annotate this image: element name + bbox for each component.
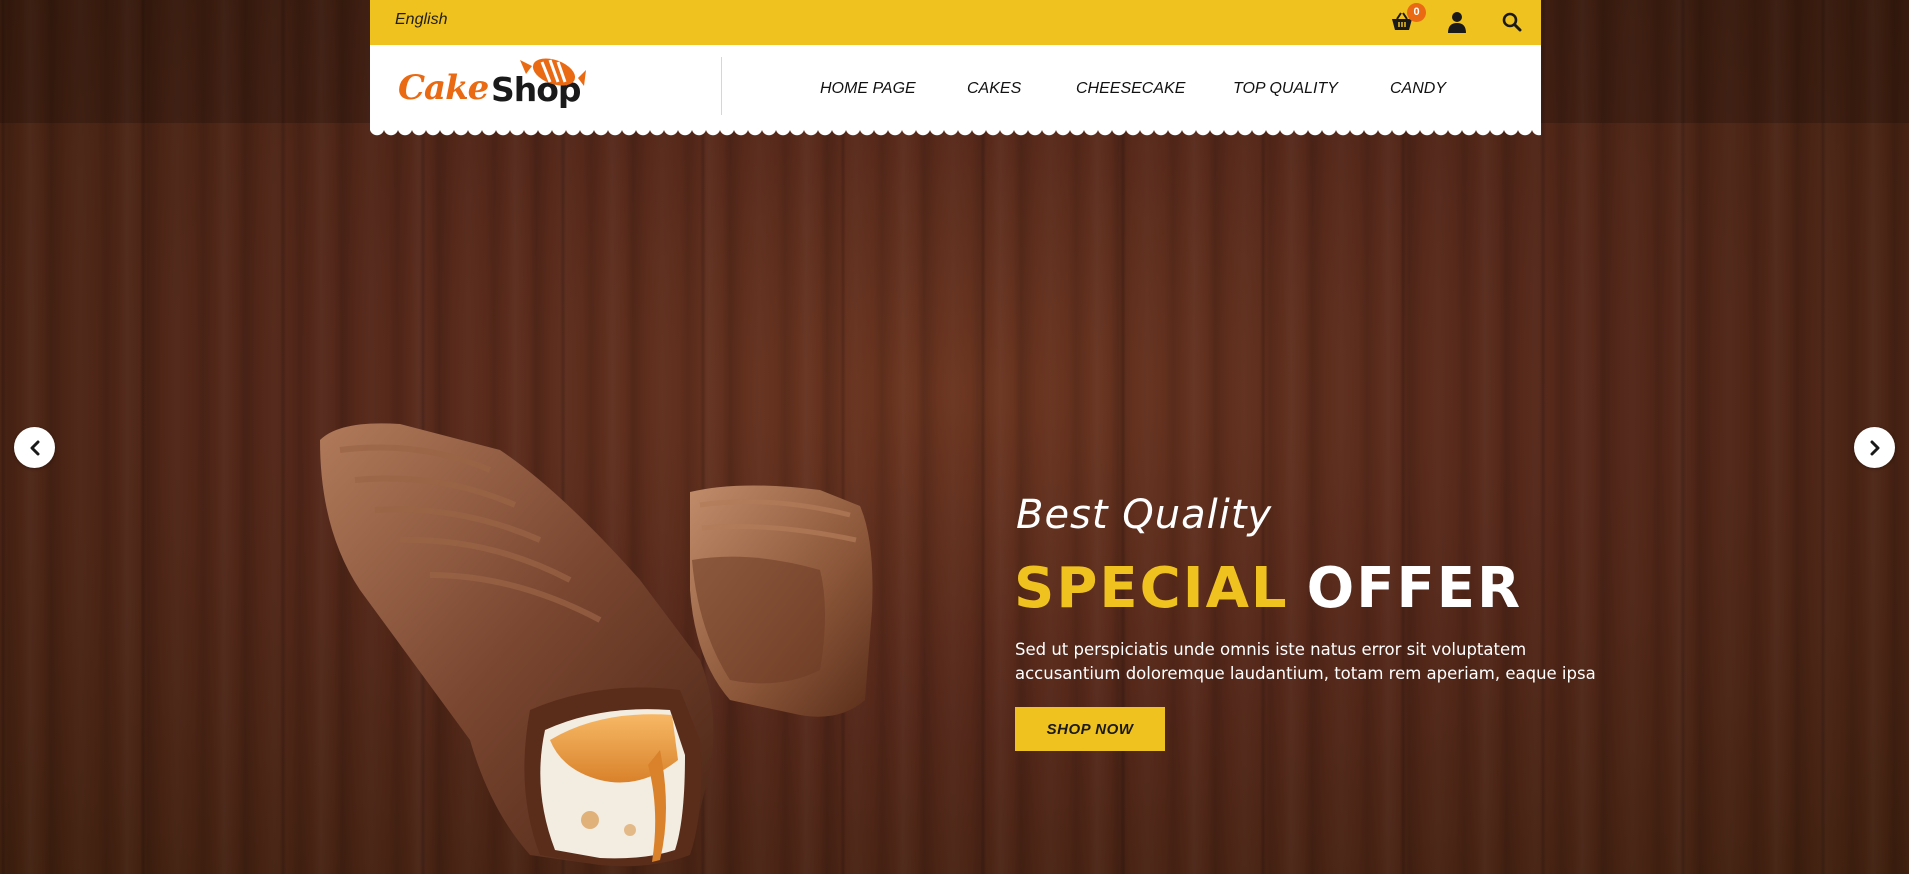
nav-item-home-page[interactable]: HOME PAGE (820, 80, 916, 98)
slider-prev-button[interactable] (14, 427, 55, 468)
nav-item-top-quality[interactable]: TOP QUALITY (1233, 80, 1338, 98)
hero-subtitle: Best Quality (1016, 492, 1273, 538)
slider-next-button[interactable] (1854, 427, 1895, 468)
cakeshop-logo[interactable]: Cake Shop (398, 52, 598, 118)
hero-description: Sed ut perspiciatis unde omnis iste natu… (1015, 638, 1655, 686)
hero-description-line-2: accusantium doloremque laudantium, totam… (1015, 664, 1596, 683)
nav-divider (721, 57, 722, 115)
logo-word-cake: Cake (398, 68, 489, 108)
hero-title-offer: OFFER (1306, 556, 1523, 621)
hero-title-special: SPECIAL (1014, 556, 1289, 621)
candy-logo-icon (520, 58, 586, 86)
hero-title: SPECIAL OFFER (1014, 556, 1522, 621)
nav-item-cheesecake[interactable]: CHEESECAKE (1076, 80, 1185, 98)
scalloped-edge (370, 128, 1541, 142)
hero-description-line-1: Sed ut perspiciatis unde omnis iste natu… (1015, 640, 1527, 659)
user-icon[interactable] (1443, 8, 1471, 36)
nav-item-candy[interactable]: CANDY (1390, 80, 1446, 98)
chevron-right-icon (1870, 440, 1879, 455)
site-header: English 0 Cake Shop HOME PAGE CAKES CHEE… (370, 0, 1541, 142)
chevron-left-icon (30, 440, 39, 455)
cart-count-badge: 0 (1407, 3, 1426, 22)
search-icon[interactable] (1498, 8, 1526, 36)
top-bar: English 0 (370, 0, 1541, 45)
language-selector[interactable]: English (395, 11, 447, 29)
shop-now-button[interactable]: SHOP NOW (1015, 707, 1165, 751)
chocolate-bar-image (320, 423, 873, 867)
nav-item-cakes[interactable]: CAKES (967, 80, 1021, 98)
